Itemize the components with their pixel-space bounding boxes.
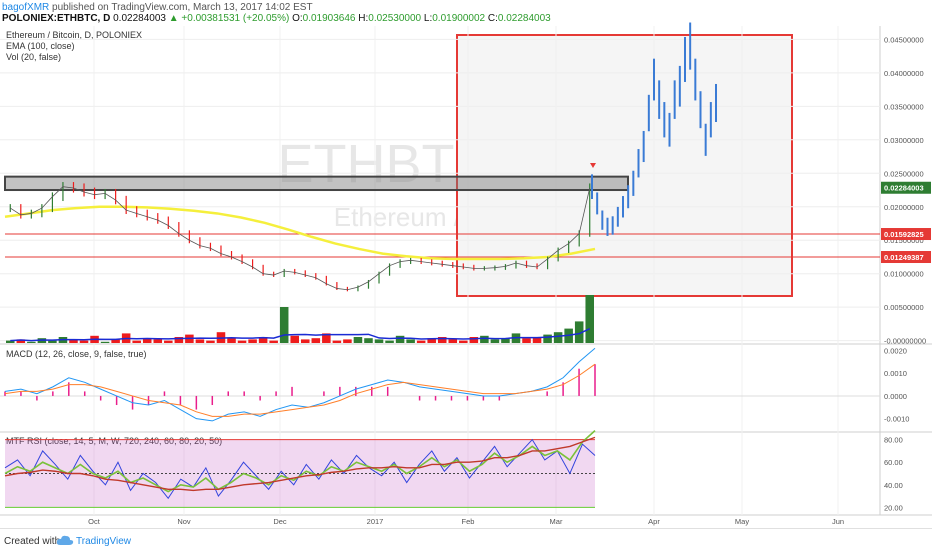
volume-bar: [248, 339, 257, 343]
volume-bar: [132, 340, 141, 343]
y-tick-label: 0.02500000: [884, 169, 924, 178]
volume-bar: [100, 341, 110, 343]
volume-bar: [522, 338, 531, 343]
volume-bar: [153, 339, 163, 343]
y-tick-label: 0.04000000: [884, 69, 924, 78]
volume-bar: [353, 337, 363, 343]
price-labels: 0.02284003 0.01592825 0.01249387: [881, 181, 931, 264]
volume-bar: [543, 334, 552, 343]
macd-y-tick: 0.0010: [884, 369, 907, 378]
y-tick-label: 0.03500000: [884, 102, 924, 111]
volume-bar: [374, 339, 384, 343]
footer: Created with TradingView: [0, 528, 932, 551]
volume-bar: [459, 340, 468, 343]
volume-bar: [448, 339, 458, 343]
volume-bar: [237, 340, 247, 343]
rsi-y-tick: 80.00: [884, 436, 903, 445]
y-tick-label: 0.04500000: [884, 35, 924, 44]
volume-bar: [480, 335, 489, 343]
x-tick-label: Mar: [550, 517, 563, 526]
series-legend: Ethereum / Bitcoin, D, POLONIEX: [6, 30, 142, 40]
volume-bar: [269, 340, 278, 343]
volume-bar: [553, 332, 563, 343]
volume-bar: [164, 340, 173, 343]
volume-bar: [290, 335, 299, 343]
y-tick-label: 0.01000000: [884, 270, 924, 279]
tradingview-link[interactable]: TradingView: [76, 536, 131, 547]
rsi-pane: 80.00 60.00 40.00 20.00: [4, 430, 903, 512]
volume-bar: [332, 340, 342, 343]
macd-y-tick: -0.0010: [884, 415, 909, 424]
volume-bar: [406, 339, 415, 343]
price-label-2: 0.01249387: [884, 253, 924, 262]
ema-legend: EMA (100, close): [6, 41, 75, 51]
tradingview-cloud-icon: [56, 535, 74, 545]
macd-y-tick: 0.0020: [884, 347, 907, 356]
volume-bar: [27, 341, 36, 343]
volume-bar: [227, 338, 236, 343]
volume-bar: [311, 338, 321, 343]
x-tick-label: Dec: [273, 517, 287, 526]
time-axis[interactable]: Oct Nov Dec 2017 Feb Mar Apr May Jun: [88, 517, 844, 526]
x-tick-label: Nov: [177, 517, 191, 526]
volume-bar: [385, 340, 394, 343]
chart-canvas[interactable]: ETHBTC, D Ethereum / Bitcoin Ethereum / …: [0, 0, 932, 528]
volume-bar: [79, 340, 89, 343]
volume-bar: [279, 307, 289, 343]
x-tick-label: Apr: [648, 517, 660, 526]
x-tick-label: May: [735, 517, 749, 526]
x-tick-label: 2017: [367, 517, 384, 526]
volume-bar: [343, 339, 352, 343]
y-tick-label: 0.00500000: [884, 303, 924, 312]
volume-bar: [416, 340, 426, 343]
x-tick-label: Oct: [88, 517, 101, 526]
y-tick-label: 0.03000000: [884, 136, 924, 145]
resistance-zone-rect: [4, 175, 629, 192]
x-tick-label: Feb: [462, 517, 475, 526]
price-label-1: 0.01592825: [884, 230, 924, 239]
volume-bar: [48, 340, 57, 343]
volume-bar: [195, 339, 205, 343]
x-tick-label: Jun: [832, 517, 844, 526]
volume-bar: [490, 339, 500, 343]
rsi-y-tick: 20.00: [884, 503, 903, 512]
volume-bar: [364, 338, 373, 343]
rsi-y-tick: 60.00: [884, 458, 903, 467]
volume-bar: [301, 339, 310, 343]
resistance-zone[interactable]: [4, 175, 629, 192]
volume-bar: [206, 340, 215, 343]
y-tick-label: -0.00000000: [884, 337, 926, 346]
volume-bar: [395, 335, 405, 343]
rsi-y-tick: 40.00: [884, 481, 903, 490]
price-label-0: 0.02284003: [884, 184, 924, 193]
macd-y-tick: 0.0000: [884, 392, 907, 401]
volume-bar: [585, 295, 594, 343]
y-tick-label: 0.02000000: [884, 203, 924, 212]
created-with-label: Created with: [4, 536, 61, 547]
vol-legend: Vol (20, false): [6, 52, 61, 62]
macd-legend: MACD (12, 26, close, 9, false, true): [6, 349, 147, 359]
